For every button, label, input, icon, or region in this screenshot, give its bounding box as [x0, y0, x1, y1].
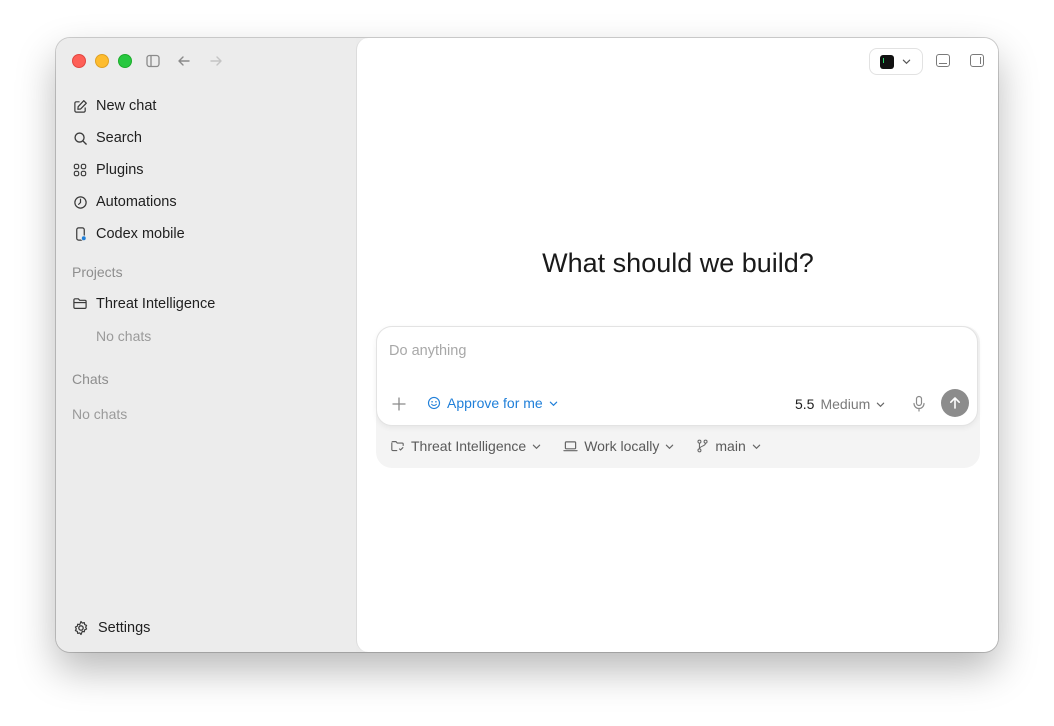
- minimize-window-button[interactable]: [95, 54, 109, 68]
- sidebar-item-label: New chat: [96, 98, 157, 114]
- context-bar: Threat Intelligence Work locally main: [390, 438, 783, 454]
- sidebar: New chat Search Plugins Automations Code…: [56, 38, 356, 652]
- mobile-icon: [72, 226, 88, 242]
- folder-icon: [72, 296, 88, 312]
- folder-icon: [391, 441, 404, 452]
- settings-label: Settings: [98, 620, 151, 636]
- sidebar-item-plugins[interactable]: Plugins: [72, 154, 342, 186]
- project-item-threat-intelligence[interactable]: Threat Intelligence: [72, 296, 215, 312]
- back-arrow-icon[interactable]: [176, 53, 192, 69]
- sidebar-item-codex-mobile[interactable]: Codex mobile: [72, 218, 342, 250]
- model-selector-dropdown[interactable]: 5.5 Medium: [795, 396, 885, 412]
- chats-empty-text: No chats: [72, 406, 128, 422]
- chevron-down-icon: [666, 444, 674, 449]
- chevron-down-icon: [549, 401, 557, 406]
- close-window-button[interactable]: [72, 54, 86, 68]
- composer-container: Approve for me 5.5 Medium Threat Intelli…: [376, 326, 980, 468]
- project-context-dropdown[interactable]: Threat Intelligence: [390, 438, 541, 454]
- settings-button[interactable]: Settings: [73, 620, 150, 636]
- sidebar-item-label: Search: [96, 130, 142, 146]
- sidebar-item-new-chat[interactable]: New chat: [72, 90, 342, 122]
- zoom-window-button[interactable]: [118, 54, 132, 68]
- terminal-dropdown-button[interactable]: [869, 48, 923, 75]
- smiley-icon: [427, 396, 441, 410]
- approval-mode-label: Approve for me: [447, 395, 543, 411]
- sidebar-item-label: Codex mobile: [96, 226, 185, 242]
- project-empty-text: No chats: [96, 328, 152, 344]
- gear-icon: [73, 620, 89, 636]
- sidebar-item-label: Plugins: [96, 162, 144, 178]
- plugins-icon: [72, 162, 88, 178]
- project-context-label: Threat Intelligence: [411, 438, 527, 454]
- chevron-down-icon: [902, 59, 911, 65]
- bottom-panel-toggle-icon[interactable]: [936, 54, 950, 67]
- environment-label: Work locally: [584, 438, 660, 454]
- model-reasoning-level: Medium: [820, 396, 871, 412]
- sidebar-nav: New chat Search Plugins Automations Code…: [72, 90, 342, 250]
- forward-arrow-icon[interactable]: [208, 53, 224, 69]
- chevron-down-icon: [877, 402, 885, 407]
- page-title: What should we build?: [542, 248, 814, 278]
- sidebar-toggle-icon[interactable]: [145, 53, 161, 69]
- chats-section-label: Chats: [72, 371, 109, 387]
- model-version: 5.5: [795, 396, 815, 412]
- chevron-down-icon: [752, 444, 760, 449]
- send-button[interactable]: [941, 389, 969, 417]
- chevron-down-icon: [532, 444, 541, 449]
- new-chat-icon: [72, 98, 88, 114]
- prompt-input[interactable]: [389, 343, 949, 359]
- sidebar-item-automations[interactable]: Automations: [72, 186, 342, 218]
- git-branch-icon: [697, 439, 708, 453]
- automations-icon: [72, 194, 88, 210]
- environment-dropdown[interactable]: Work locally: [563, 438, 674, 454]
- laptop-icon: [563, 440, 578, 451]
- add-attachment-icon[interactable]: [391, 396, 407, 412]
- projects-section-label: Projects: [72, 264, 123, 280]
- sidebar-item-search[interactable]: Search: [72, 122, 342, 154]
- right-panel-toggle-icon[interactable]: [970, 54, 984, 67]
- app-window: New chat Search Plugins Automations Code…: [56, 38, 998, 652]
- approval-mode-dropdown[interactable]: Approve for me: [427, 395, 558, 411]
- arrow-up-icon: [950, 397, 960, 409]
- search-icon: [72, 130, 88, 146]
- project-label: Threat Intelligence: [96, 296, 216, 312]
- sidebar-item-label: Automations: [96, 194, 177, 210]
- microphone-icon[interactable]: [912, 395, 926, 413]
- branch-label: main: [715, 438, 746, 454]
- terminal-icon: [880, 54, 894, 69]
- composer: Approve for me 5.5 Medium: [376, 326, 978, 426]
- branch-dropdown[interactable]: main: [696, 438, 760, 454]
- main-panel: What should we build? Approve for me 5.5…: [356, 38, 998, 652]
- window-controls: [72, 54, 132, 68]
